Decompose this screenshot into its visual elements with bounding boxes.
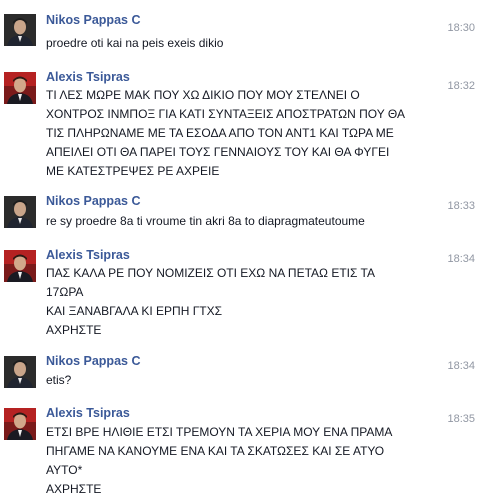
message-timestamp: 18:35 [447, 413, 475, 425]
alexis-avatar-icon[interactable] [4, 408, 36, 440]
sender-name[interactable]: Alexis Tsipras [46, 248, 130, 262]
sender-name[interactable]: Nikos Pappas C [46, 194, 140, 208]
message-timestamp: 18:33 [447, 200, 475, 212]
message-text: re sy proedre 8a ti vroume tin akri 8a t… [46, 214, 365, 228]
message-text: proedre oti kai na peis exeis dikio [46, 36, 224, 50]
alexis-avatar-icon[interactable] [4, 72, 36, 104]
nikos-avatar-icon[interactable] [4, 196, 36, 228]
sender-name[interactable]: Alexis Tsipras [46, 70, 130, 84]
message-timestamp: 18:34 [447, 253, 475, 265]
sender-name[interactable]: Nikos Pappas C [46, 13, 140, 27]
alexis-avatar-icon[interactable] [4, 250, 36, 282]
message-text: ΠΑΣ ΚΑΛΑ ΡΕ ΠΟΥ ΝΟΜΙΖΕΙΣ ΟΤΙ ΕΧΩ ΝΑ ΠΕΤΑ… [46, 266, 375, 337]
message-timestamp: 18:30 [447, 22, 475, 34]
message-text: ΕΤΣΙ ΒΡΕ ΗΛΙΘΙΕ ΕΤΣΙ ΤΡΕΜΟΥΝ ΤΑ ΧΕΡΙΑ ΜΟ… [46, 425, 393, 496]
chat-conversation: Nikos Pappas C 18:30 proedre oti kai na … [0, 0, 481, 498]
message-timestamp: 18:34 [447, 360, 475, 372]
nikos-avatar-icon[interactable] [4, 356, 36, 388]
message-text: ΤΙ ΛΕΣ ΜΩΡΕ ΜΑΚ ΠΟΥ ΧΩ ΔΙΚΙΟ ΠΟΥ ΜΟΥ ΣΤΕ… [46, 88, 405, 178]
message-timestamp: 18:32 [447, 80, 475, 92]
nikos-avatar-icon[interactable] [4, 14, 36, 46]
sender-name[interactable]: Nikos Pappas C [46, 354, 140, 368]
sender-name[interactable]: Alexis Tsipras [46, 406, 130, 420]
message-text: etis? [46, 373, 72, 387]
